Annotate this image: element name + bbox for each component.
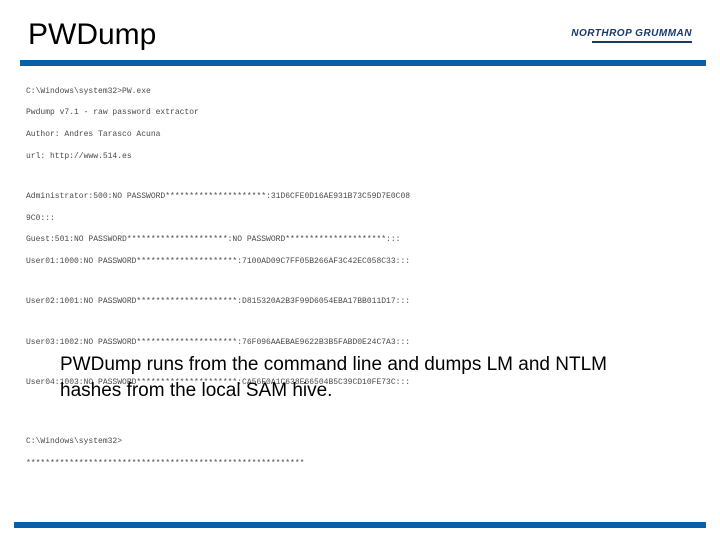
console-line: Administrator:500:NO PASSWORD***********… (26, 192, 694, 203)
slide-description: PWDump runs from the command line and du… (60, 352, 660, 403)
console-line: Pwdump v7.1 - raw password extractor (26, 108, 694, 119)
console-line: C:\Windows\system32> (26, 437, 694, 448)
footer-divider (14, 522, 706, 528)
console-line: url: http://www.514.es (26, 152, 694, 163)
console-line: ****************************************… (26, 459, 694, 470)
company-logo: NORTHROP GRUMMAN (571, 28, 692, 43)
logo-text: NORTHROP GRUMMAN (571, 28, 692, 39)
slide-header: PWDump NORTHROP GRUMMAN (0, 0, 720, 60)
console-line: 9C0::: (26, 214, 694, 225)
console-line: Guest:501:NO PASSWORD*******************… (26, 235, 694, 246)
console-line: User02:1001:NO PASSWORD*****************… (26, 297, 694, 308)
logo-underline (592, 41, 692, 43)
console-line: Author: Andres Tarasco Acuna (26, 130, 694, 141)
console-line: C:\Windows\system32>PW.exe (26, 87, 694, 98)
page-title: PWDump (28, 18, 156, 52)
console-line: User01:1000:NO PASSWORD*****************… (26, 257, 694, 268)
console-output: C:\Windows\system32>PW.exe Pwdump v7.1 -… (0, 66, 720, 480)
console-line: User03:1002:NO PASSWORD*****************… (26, 338, 694, 349)
